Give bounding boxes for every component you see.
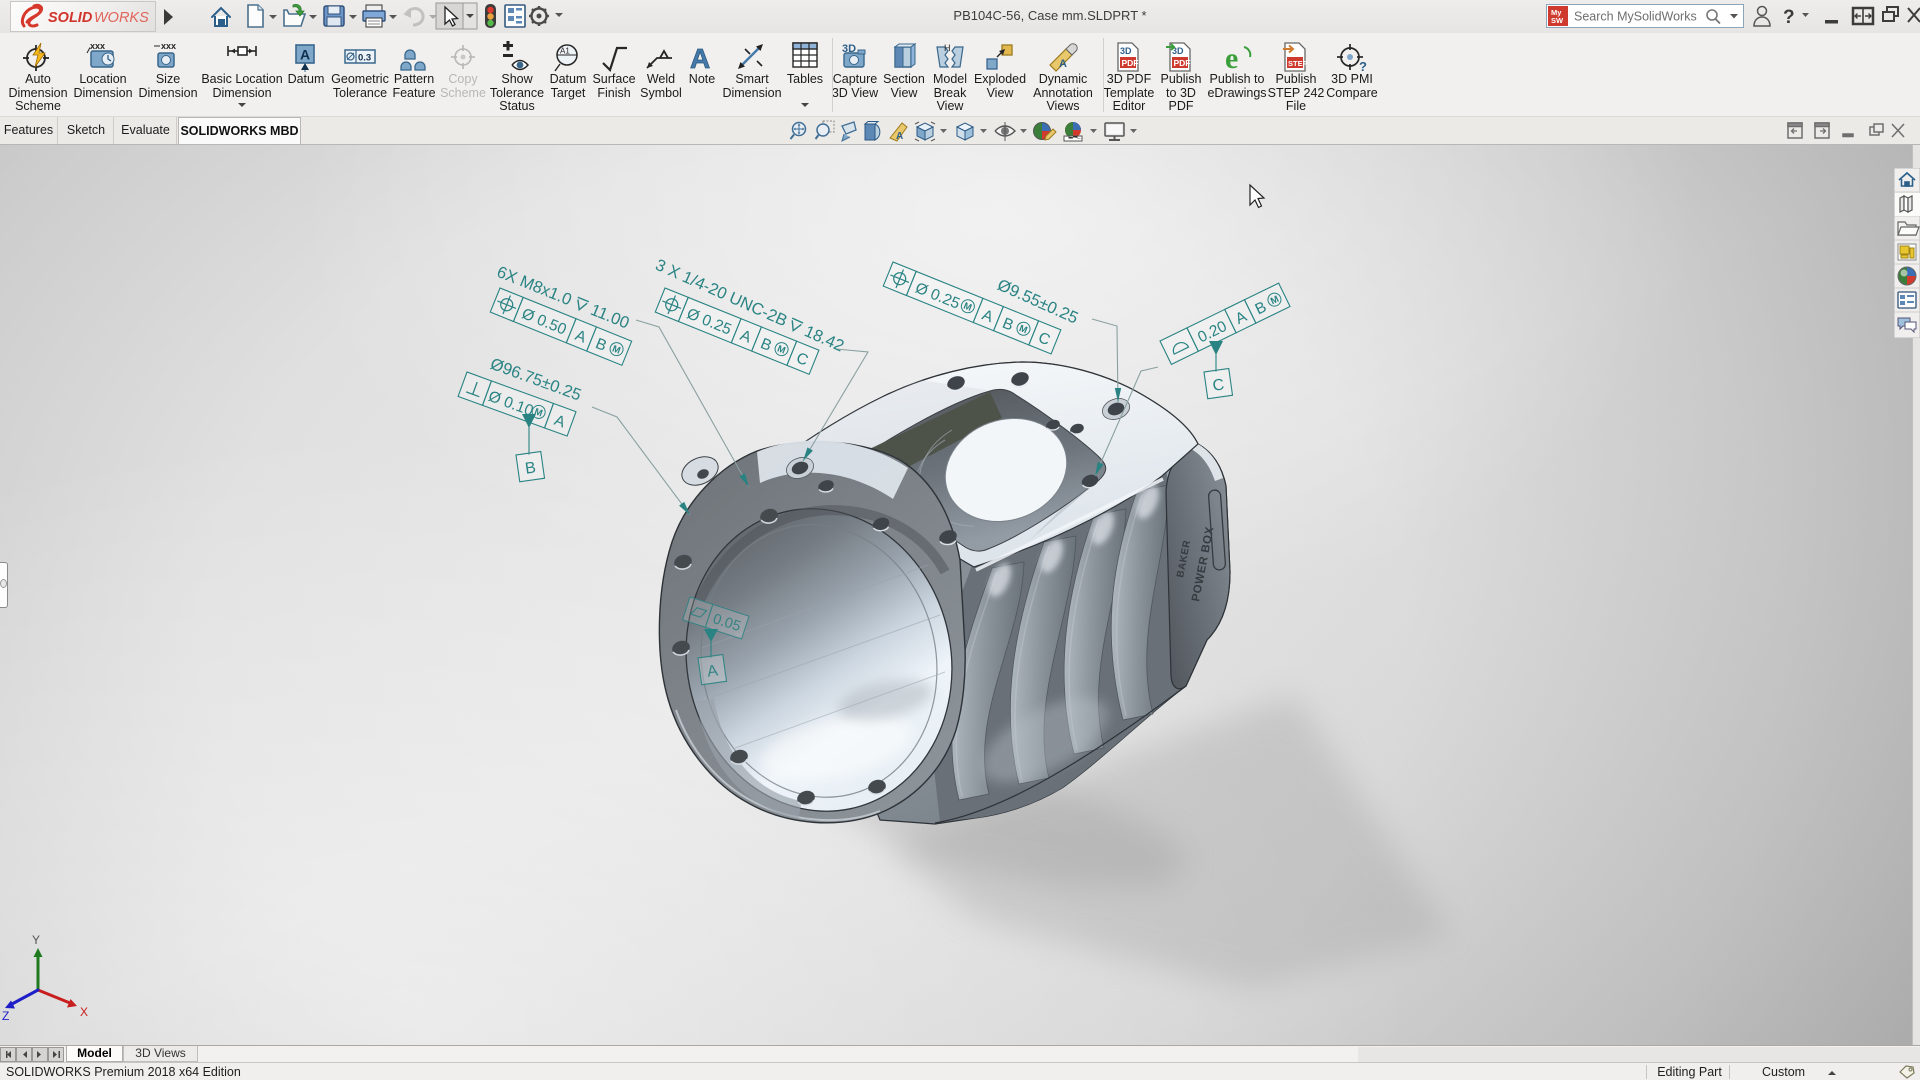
svg-text:xxx: xxx: [90, 41, 105, 51]
svg-text:Z: Z: [2, 1009, 9, 1023]
svg-text:A: A: [896, 131, 903, 142]
svg-text:?: ?: [1783, 7, 1795, 28]
svg-text:A: A: [690, 43, 710, 73]
svg-text:A: A: [1059, 58, 1067, 70]
svg-text:STEP: STEP: [1288, 59, 1308, 68]
svg-text:PDF: PDF: [1174, 58, 1191, 68]
svg-text:A: A: [300, 47, 310, 63]
svg-text:WORKS: WORKS: [94, 10, 149, 26]
svg-text:SW: SW: [1551, 16, 1564, 25]
svg-text:?: ?: [1359, 59, 1367, 73]
svg-text:xxx: xxx: [161, 41, 176, 51]
svg-text:Search MySolidWorks: Search MySolidWorks: [1574, 10, 1697, 24]
svg-text:C: C: [1212, 376, 1226, 394]
svg-text:3D: 3D: [1120, 46, 1132, 56]
svg-text:H: H: [944, 43, 951, 53]
svg-text:SOLID: SOLID: [48, 10, 93, 26]
svg-text:PDF: PDF: [1122, 58, 1139, 68]
svg-text:X: X: [80, 1005, 88, 1019]
svg-text:0.3: 0.3: [358, 53, 371, 64]
svg-text:Y: Y: [32, 933, 40, 947]
svg-text:e: e: [1225, 42, 1238, 73]
svg-text:A1: A1: [560, 47, 570, 56]
